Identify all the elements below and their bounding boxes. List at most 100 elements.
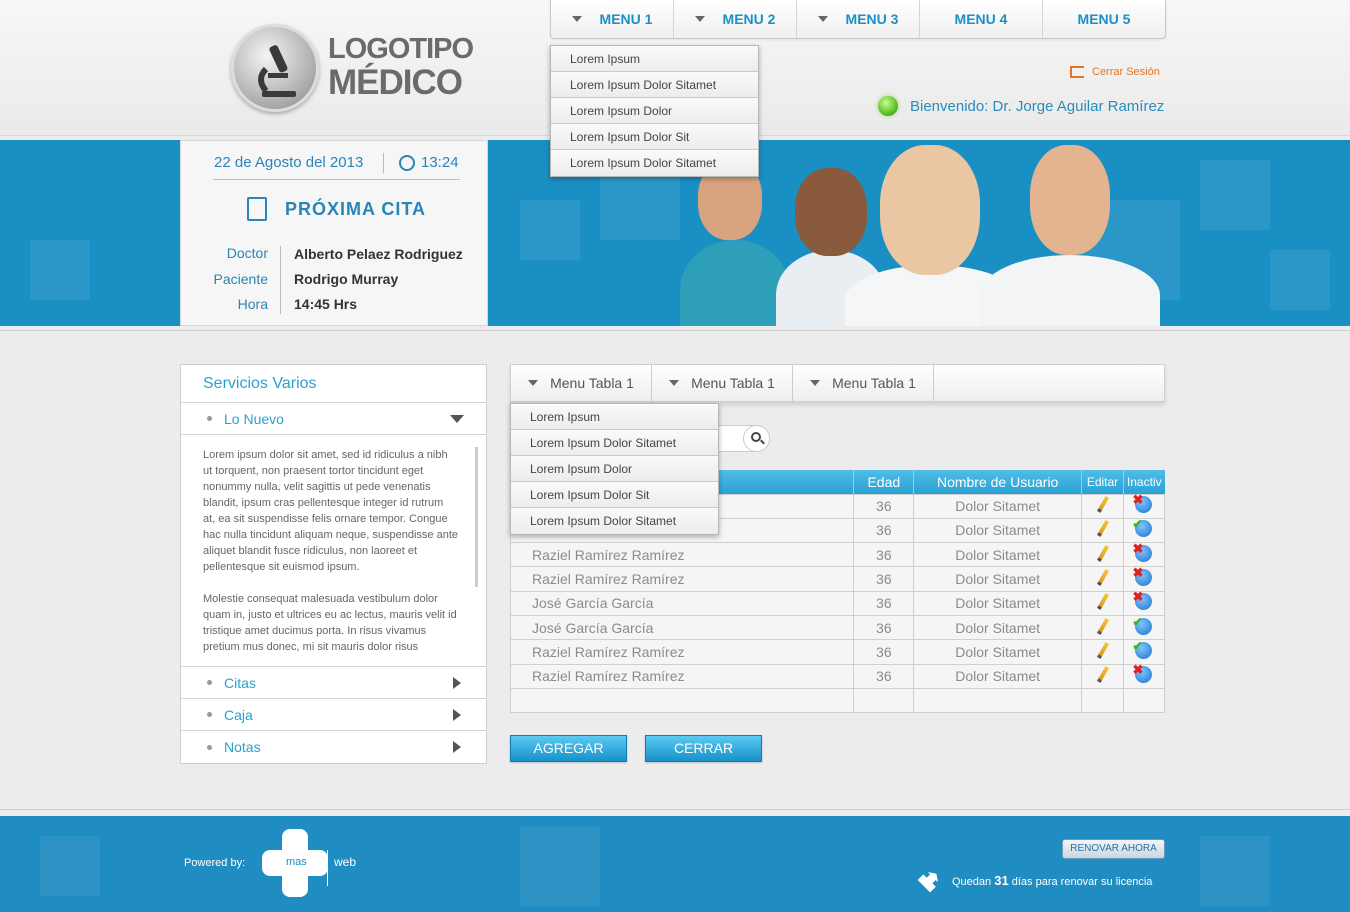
- user-inactive-icon[interactable]: ✖: [1132, 590, 1153, 611]
- table-row[interactable]: José García García36Dolor Sitamet ✔: [509, 614, 1166, 641]
- current-time: 13:24: [399, 154, 459, 171]
- cell-status: ✔: [1122, 517, 1166, 544]
- user-inactive-icon[interactable]: ✖: [1132, 663, 1153, 684]
- pencil-icon[interactable]: [1096, 593, 1109, 611]
- user-active-icon[interactable]: ✔: [1132, 615, 1153, 635]
- table-menu: Menu Tabla 1 Menu Tabla 1 Menu Tabla 1: [510, 364, 1165, 402]
- cell-usuario: Dolor Sitamet: [913, 493, 1083, 519]
- patient-value: Rodrigo Murray: [294, 271, 399, 287]
- cell-status: ✖: [1122, 566, 1166, 592]
- cell-name: José García García: [509, 614, 855, 641]
- chevron-down-icon: [571, 16, 582, 22]
- user-active-icon[interactable]: ✔: [1132, 518, 1153, 538]
- menu-1[interactable]: MENU 1: [551, 0, 674, 38]
- cell-status: ✖: [1122, 542, 1166, 568]
- pencil-icon[interactable]: [1096, 642, 1109, 659]
- chevron-right-icon: [453, 741, 461, 753]
- chevron-right-icon: [453, 676, 461, 689]
- cell-usuario: Dolor Sitamet: [913, 663, 1083, 689]
- dropdown-item[interactable]: Lorem Ipsum: [511, 404, 718, 430]
- table-row-empty: [509, 687, 1166, 714]
- pencil-icon[interactable]: [1096, 544, 1109, 562]
- user-inactive-icon[interactable]: ✖: [1132, 542, 1153, 562]
- dropdown-item[interactable]: Lorem Ipsum: [551, 46, 758, 72]
- table-row[interactable]: Raziel Ramírez Ramírez 36 Dolor Sitamet ✖: [509, 566, 1166, 592]
- cell-edit: [1081, 542, 1124, 568]
- dropdown-item[interactable]: Lorem Ipsum Dolor Sitamet: [551, 72, 758, 98]
- cell-status: ✔: [1122, 639, 1166, 665]
- sidebar-item-citas[interactable]: Citas: [181, 667, 486, 699]
- table-row[interactable]: Raziel Ramírez Ramírez 36 Dolor Sitamet ✖: [509, 542, 1166, 568]
- divider: [213, 179, 460, 180]
- user-inactive-icon[interactable]: ✖: [1132, 566, 1153, 587]
- chevron-down-icon: [528, 380, 539, 386]
- table-row[interactable]: José García García 36 Dolor Sitamet ✖: [509, 590, 1166, 616]
- news-text: Lorem ipsum dolor sit amet, sed id ridic…: [181, 435, 486, 667]
- cell-name: Raziel Ramírez Ramírez: [509, 566, 855, 592]
- sidebar-item-lo-nuevo[interactable]: Lo Nuevo: [181, 403, 486, 435]
- web-label: web: [334, 855, 357, 869]
- cerrar-button[interactable]: CERRAR: [645, 735, 762, 762]
- cell-status: ✖: [1122, 590, 1166, 616]
- appointment-title: PRÓXIMA CITA: [247, 197, 426, 221]
- powered-by-label: Powered by:: [184, 857, 246, 869]
- cell-usuario: Dolor Sitamet: [913, 542, 1083, 568]
- table-menu-dropdown: Lorem Ipsum Lorem Ipsum Dolor Sitamet Lo…: [510, 403, 719, 535]
- pencil-icon[interactable]: [1096, 496, 1109, 514]
- user-active-icon[interactable]: ✔: [1132, 639, 1153, 659]
- menu-4[interactable]: MENU 4: [920, 0, 1043, 38]
- chevron-down-icon: [817, 16, 828, 22]
- cell-edit: [1081, 614, 1124, 641]
- cell-status: ✖: [1122, 663, 1166, 689]
- menu-5[interactable]: MENU 5: [1043, 0, 1165, 38]
- doctor-value: Alberto Pelaez Rodriguez: [294, 246, 463, 262]
- mas-web-logo: mas: [262, 829, 328, 897]
- dropdown-item[interactable]: Lorem Ipsum Dolor Sitamet: [511, 508, 718, 534]
- clipboard-icon: [247, 197, 267, 221]
- cell-edad: 36: [853, 639, 915, 665]
- current-date: 22 de Agosto del 2013: [214, 154, 364, 171]
- dropdown-item[interactable]: Lorem Ipsum Dolor Sit: [511, 482, 718, 508]
- dropdown-item[interactable]: Lorem Ipsum Dolor: [511, 456, 718, 482]
- pencil-icon[interactable]: [1096, 520, 1109, 538]
- cell-status: ✖: [1122, 493, 1166, 519]
- time-label: Hora: [237, 296, 268, 312]
- divider: [0, 330, 1350, 331]
- scrollbar[interactable]: [475, 447, 478, 587]
- pencil-icon[interactable]: [1096, 666, 1109, 684]
- logout-icon: [1070, 66, 1084, 78]
- dropdown-item[interactable]: Lorem Ipsum Dolor: [551, 98, 758, 124]
- cell-edad: 36: [853, 517, 915, 544]
- online-status-icon: [878, 96, 898, 116]
- sidebar-item-caja[interactable]: Caja: [181, 699, 486, 731]
- table-row[interactable]: Raziel Ramírez Ramírez 36 Dolor Sitamet ✖: [509, 663, 1166, 689]
- menu-2[interactable]: MENU 2: [674, 0, 797, 38]
- cell-name: José García García: [509, 590, 855, 616]
- time-value: 14:45 Hrs: [294, 296, 358, 312]
- divider: [327, 850, 328, 886]
- cell-usuario: Dolor Sitamet: [913, 639, 1083, 665]
- menu-3[interactable]: MENU 3: [797, 0, 920, 38]
- table-menu-2[interactable]: Menu Tabla 1: [652, 365, 793, 401]
- services-title: Servicios Varios: [181, 365, 486, 403]
- pencil-icon[interactable]: [1096, 569, 1109, 586]
- table-menu-1[interactable]: Menu Tabla 1: [511, 365, 652, 401]
- search-button[interactable]: [743, 425, 770, 452]
- cell-edit: [1081, 493, 1124, 519]
- dropdown-item[interactable]: Lorem Ipsum Dolor Sitamet: [511, 430, 718, 456]
- cell-usuario: Dolor Sitamet: [913, 566, 1083, 592]
- table-menu-3[interactable]: Menu Tabla 1: [793, 365, 934, 401]
- agregar-button[interactable]: AGREGAR: [510, 735, 627, 762]
- cell-usuario: Dolor Sitamet: [913, 590, 1083, 616]
- logout-link[interactable]: Cerrar Sesión: [1070, 66, 1160, 78]
- renew-button[interactable]: RENOVAR AHORA: [1062, 839, 1165, 859]
- table-row[interactable]: Raziel Ramírez Ramírez 36 Dolor Sitamet ✔: [509, 639, 1166, 665]
- license-remaining-text: Quedan 31 días para renovar su licencia: [952, 873, 1153, 888]
- sidebar-item-notas[interactable]: Notas: [181, 731, 486, 763]
- cell-edit: [1081, 639, 1124, 665]
- cell-edad: 36: [853, 614, 915, 641]
- pencil-icon[interactable]: [1096, 617, 1109, 635]
- dropdown-item[interactable]: Lorem Ipsum Dolor Sit: [551, 124, 758, 150]
- dropdown-item[interactable]: Lorem Ipsum Dolor Sitamet: [551, 150, 758, 176]
- user-inactive-icon[interactable]: ✖: [1132, 493, 1153, 514]
